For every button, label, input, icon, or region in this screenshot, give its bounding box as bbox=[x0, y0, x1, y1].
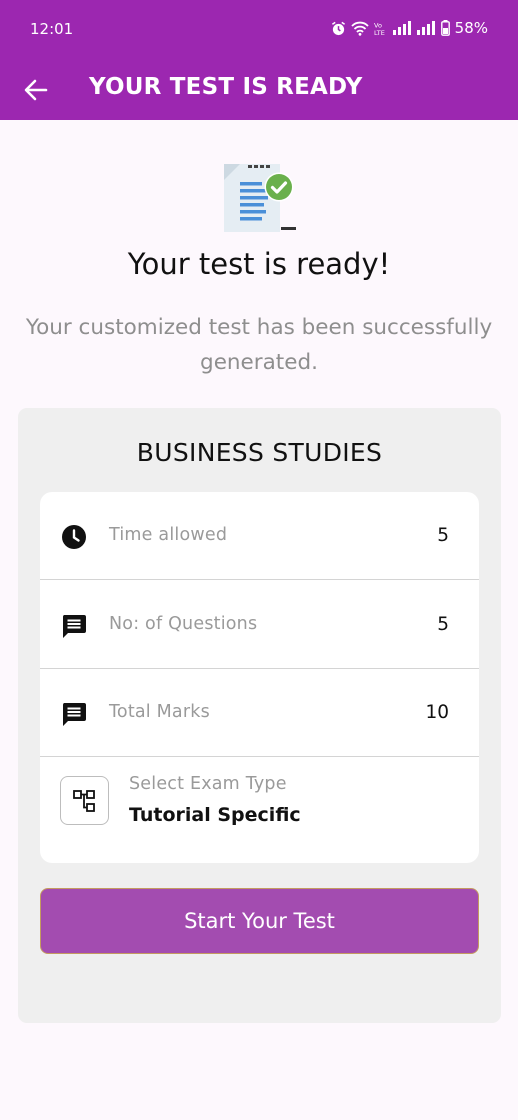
total-marks-row: Total Marks 10 bbox=[40, 669, 479, 757]
hierarchy-icon bbox=[72, 789, 95, 812]
signal-icon bbox=[392, 21, 411, 35]
exam-type-row[interactable]: Select Exam Type Tutorial Specific bbox=[40, 758, 479, 863]
svg-text:LTE: LTE bbox=[374, 29, 385, 36]
status-time: 12:01 bbox=[30, 20, 74, 38]
back-button[interactable] bbox=[18, 72, 54, 108]
row-value: 5 bbox=[437, 614, 449, 635]
battery-percent: 58% bbox=[454, 19, 488, 37]
headline: Your test is ready! bbox=[127, 247, 391, 281]
status-bar: 12:01 Vo LTE 58% bbox=[0, 0, 518, 60]
row-value: 10 bbox=[425, 702, 449, 723]
row-value: 5 bbox=[437, 525, 449, 546]
exam-type-value: Tutorial Specific bbox=[129, 804, 301, 826]
subheading: Your customized test has been successful… bbox=[25, 315, 493, 375]
test-details-card: Time allowed 5 No: of Questions 5 Total … bbox=[40, 492, 479, 863]
wifi-icon bbox=[351, 21, 369, 36]
app-bar: YOUR TEST IS READY bbox=[0, 60, 518, 120]
test-summary-panel: BUSINESS STUDIES Time allowed 5 No: of Q… bbox=[18, 408, 501, 1023]
start-test-button[interactable]: Start Your Test bbox=[40, 888, 479, 954]
message-icon bbox=[62, 615, 86, 638]
volte-icon: VoLTE bbox=[374, 21, 385, 36]
row-label: Total Marks bbox=[109, 702, 210, 722]
alarm-icon bbox=[331, 21, 345, 35]
test-ready-icon bbox=[224, 164, 296, 232]
questions-row: No: of Questions 5 bbox=[40, 581, 479, 669]
page-title: YOUR TEST IS READY bbox=[89, 74, 363, 100]
message-icon bbox=[62, 703, 86, 726]
signal-icon-2 bbox=[416, 21, 435, 35]
exam-type-icon-box bbox=[60, 776, 109, 825]
time-allowed-row: Time allowed 5 bbox=[40, 492, 479, 580]
row-label: Time allowed bbox=[109, 525, 228, 545]
subject-title: BUSINESS STUDIES bbox=[136, 438, 383, 467]
row-label: No: of Questions bbox=[109, 614, 258, 634]
exam-type-label: Select Exam Type bbox=[129, 774, 287, 794]
clock-icon bbox=[62, 525, 86, 549]
status-icons: Vo LTE 58% bbox=[331, 19, 488, 37]
arrow-left-icon bbox=[24, 79, 48, 101]
battery-icon bbox=[440, 20, 450, 36]
